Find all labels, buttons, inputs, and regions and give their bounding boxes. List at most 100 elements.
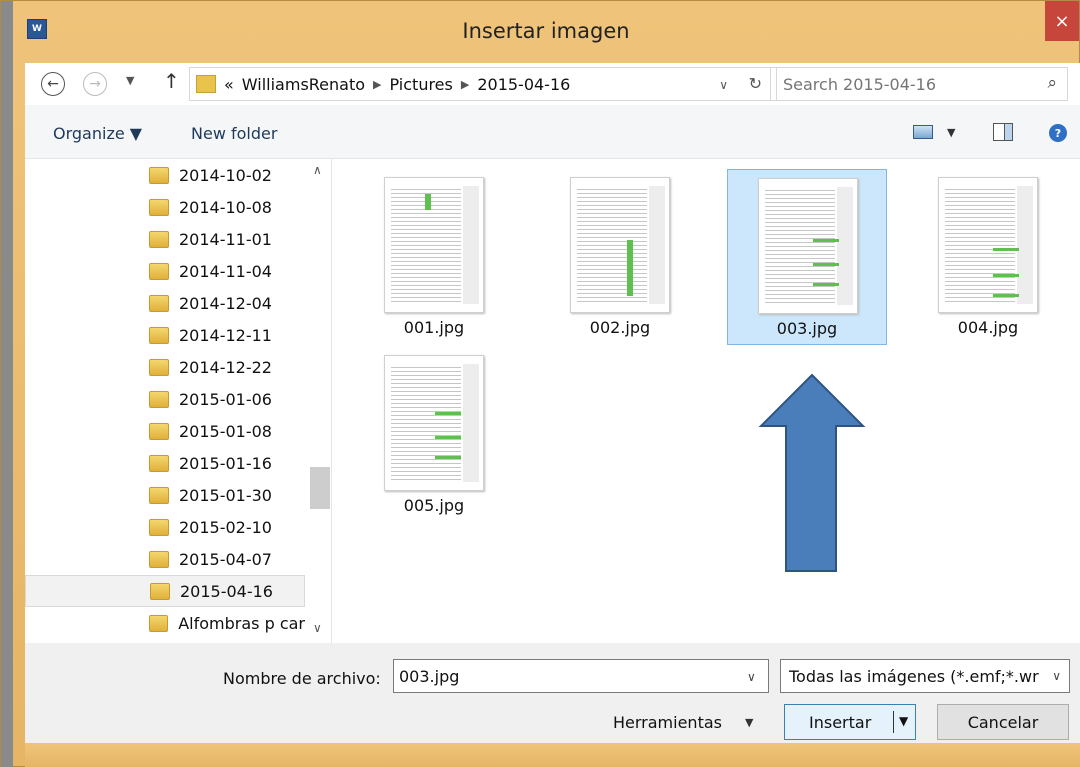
forward-button[interactable]: → bbox=[83, 72, 107, 96]
tree-item[interactable]: 2015-01-06 bbox=[25, 383, 305, 415]
tree-item-label: 2015-01-16 bbox=[179, 453, 272, 473]
tree-item-label: 2015-04-16 bbox=[180, 581, 273, 601]
folder-icon bbox=[149, 614, 169, 632]
tree-item-selected[interactable]: 2015-04-16 bbox=[25, 575, 305, 607]
tree-item-label: 2015-01-06 bbox=[179, 389, 272, 409]
tree-item[interactable]: 2014-11-04 bbox=[25, 255, 305, 287]
insert-button-label: Insertar bbox=[809, 712, 872, 732]
change-view-icon[interactable] bbox=[913, 125, 933, 139]
window-left-edge bbox=[1, 1, 13, 767]
breadcrumb-separator-icon[interactable]: ▶ bbox=[373, 78, 381, 91]
scroll-down-icon[interactable]: ∨ bbox=[313, 621, 322, 635]
file-item[interactable]: 005.jpg bbox=[354, 347, 514, 523]
dialog-footer: Nombre de archivo: ∨ Todas las imágenes … bbox=[25, 643, 1080, 743]
search-input[interactable] bbox=[783, 74, 1023, 94]
title-bar: W Insertar imagen × bbox=[13, 1, 1079, 63]
file-item[interactable]: 004.jpg bbox=[908, 169, 1068, 345]
new-folder-button[interactable]: New folder bbox=[191, 124, 277, 143]
tools-dropdown-icon[interactable]: ▼ bbox=[745, 716, 753, 729]
tree-item[interactable]: 2014-10-02 bbox=[25, 159, 305, 191]
folder-icon bbox=[149, 518, 169, 536]
breadcrumb-overflow[interactable]: « bbox=[224, 75, 234, 94]
tree-item[interactable]: 2015-02-10 bbox=[25, 511, 305, 543]
dialog-window: W Insertar imagen × ← → ▼ ↑ « WilliamsRe… bbox=[0, 0, 1080, 767]
tools-button[interactable]: Herramientas bbox=[613, 713, 722, 732]
folder-icon bbox=[149, 550, 169, 568]
tree-item[interactable]: 2014-10-08 bbox=[25, 191, 305, 223]
window-bottom-edge bbox=[25, 743, 1080, 767]
folder-icon bbox=[149, 198, 169, 216]
folder-icon bbox=[150, 582, 170, 600]
folder-icon bbox=[149, 358, 169, 376]
tree-item-label: 2014-11-04 bbox=[179, 261, 272, 281]
file-name: 005.jpg bbox=[403, 496, 465, 515]
tree-item[interactable]: 2015-01-08 bbox=[25, 415, 305, 447]
up-arrow-icon: ↑ bbox=[163, 69, 180, 93]
file-item[interactable]: 002.jpg bbox=[540, 169, 700, 345]
tree-item-label: Alfombras p car bbox=[178, 613, 305, 633]
insert-options-dropdown-icon[interactable]: ▼ bbox=[899, 714, 908, 728]
scroll-thumb[interactable] bbox=[310, 467, 330, 509]
forward-arrow-icon: → bbox=[89, 76, 101, 92]
help-icon[interactable]: ? bbox=[1049, 124, 1067, 142]
folder-icon bbox=[149, 294, 169, 312]
tree-item[interactable]: Alfombras p car bbox=[25, 607, 305, 639]
breadcrumb-separator-icon[interactable]: ▶ bbox=[461, 78, 469, 91]
tree-item[interactable]: 2014-12-22 bbox=[25, 351, 305, 383]
up-button[interactable]: ↑ bbox=[163, 69, 180, 93]
close-icon: × bbox=[1054, 10, 1070, 32]
tree-item-label: 2015-01-30 bbox=[179, 485, 272, 505]
file-type-filter-select[interactable]: Todas las imágenes (*.emf;*.wr ∨ bbox=[780, 659, 1070, 693]
refresh-icon[interactable]: ↻ bbox=[749, 74, 762, 93]
tree-item[interactable]: 2015-01-30 bbox=[25, 479, 305, 511]
search-box[interactable]: ⌕ bbox=[770, 67, 1068, 101]
navigation-pane: 2014-10-02 2014-10-08 2014-11-01 2014-11… bbox=[25, 159, 332, 643]
file-list-pane: 001.jpg 002.jpg 003.jpg 004.jpg 005.jpg bbox=[332, 159, 1080, 643]
filename-input[interactable] bbox=[393, 659, 769, 693]
breadcrumb-williamsrenato[interactable]: WilliamsRenato bbox=[242, 75, 365, 94]
tree-item[interactable]: 2015-04-07 bbox=[25, 543, 305, 575]
view-options-dropdown-icon[interactable]: ▼ bbox=[947, 126, 955, 139]
tree-item-label: 2014-11-01 bbox=[179, 229, 272, 249]
file-type-filter-value: Todas las imágenes (*.emf;*.wr bbox=[789, 666, 1039, 686]
file-item[interactable]: 001.jpg bbox=[354, 169, 514, 345]
tree-item[interactable]: 2015-01-16 bbox=[25, 447, 305, 479]
address-dropdown-icon[interactable]: ∨ bbox=[719, 78, 728, 92]
cancel-button[interactable]: Cancelar bbox=[937, 704, 1069, 740]
tree-item-label: 2015-02-10 bbox=[179, 517, 272, 537]
address-bar-row: ← → ▼ ↑ « WilliamsRenato ▶ Pictures ▶ 20… bbox=[25, 63, 1080, 105]
file-item-selected[interactable]: 003.jpg bbox=[727, 169, 887, 345]
folder-icon bbox=[149, 230, 169, 248]
tree-item-label: 2014-12-04 bbox=[179, 293, 272, 313]
file-name: 003.jpg bbox=[776, 319, 838, 338]
tree-item-label: 2015-01-08 bbox=[179, 421, 272, 441]
image-thumbnail bbox=[384, 177, 484, 313]
folder-icon bbox=[149, 390, 169, 408]
scroll-up-icon[interactable]: ∧ bbox=[313, 163, 322, 177]
folder-icon bbox=[149, 454, 169, 472]
breadcrumb-current-folder[interactable]: 2015-04-16 bbox=[477, 75, 570, 94]
breadcrumb-pictures[interactable]: Pictures bbox=[390, 75, 453, 94]
tree-item[interactable]: 2014-12-04 bbox=[25, 287, 305, 319]
tree-item[interactable]: 2014-12-11 bbox=[25, 319, 305, 351]
tree-item-label: 2014-12-22 bbox=[179, 357, 272, 377]
recent-locations-button[interactable]: ▼ bbox=[126, 74, 134, 87]
image-thumbnail bbox=[384, 355, 484, 491]
tree-item[interactable]: 2014-11-01 bbox=[25, 223, 305, 255]
preview-pane-icon[interactable] bbox=[993, 123, 1013, 141]
back-button[interactable]: ← bbox=[41, 72, 65, 96]
command-toolbar: Organize ▼ New folder ▼ ? bbox=[25, 105, 1080, 159]
filename-label: Nombre de archivo: bbox=[223, 669, 381, 688]
file-name: 004.jpg bbox=[957, 318, 1019, 337]
search-icon[interactable]: ⌕ bbox=[1047, 73, 1057, 93]
filename-dropdown-icon[interactable]: ∨ bbox=[747, 670, 756, 684]
folder-icon bbox=[149, 262, 169, 280]
address-box[interactable]: « WilliamsRenato ▶ Pictures ▶ 2015-04-16… bbox=[189, 67, 777, 101]
nav-scrollbar[interactable]: ∧ ∨ bbox=[307, 159, 331, 643]
insert-button[interactable]: Insertar ▼ bbox=[784, 704, 916, 740]
close-button[interactable]: × bbox=[1045, 1, 1079, 41]
chevron-down-icon[interactable]: ∨ bbox=[1052, 669, 1061, 683]
annotation-up-arrow-icon bbox=[758, 373, 866, 572]
organize-button[interactable]: Organize ▼ bbox=[53, 124, 142, 143]
tree-item-label: 2014-10-08 bbox=[179, 197, 272, 217]
